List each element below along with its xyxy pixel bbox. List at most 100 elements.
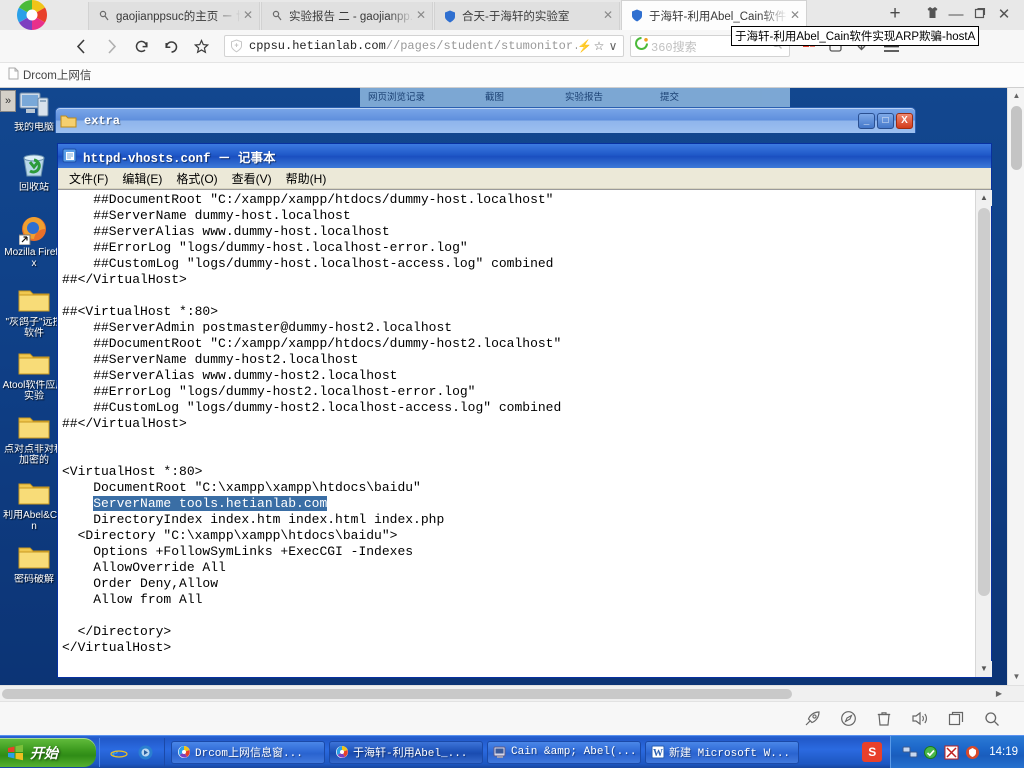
- address-bar-url: cppsu.hetianlab.com//pages/student/stumo…: [249, 39, 577, 53]
- ie-icon[interactable]: e: [109, 742, 129, 762]
- browser-tab-4-close-icon[interactable]: ✕: [788, 8, 802, 23]
- extra-folder-window[interactable]: extra _ □ X: [55, 107, 916, 137]
- folder-icon: [60, 113, 78, 129]
- page-scroll-right-icon[interactable]: ▶: [991, 686, 1007, 702]
- window-close-button[interactable]: ✕: [992, 4, 1016, 26]
- antivirus-icon[interactable]: [943, 744, 960, 761]
- notepad-selected-line: ServerName tools.hetianlab.com: [93, 496, 328, 511]
- notepad-titlebar[interactable]: httpd-vhosts.conf － 记事本: [58, 144, 991, 168]
- back-icon[interactable]: [66, 31, 96, 61]
- window-icon[interactable]: [938, 704, 974, 734]
- extra-maximize-button[interactable]: □: [877, 112, 894, 129]
- taskbar-item-label: 新建 Microsoft W...: [669, 748, 791, 760]
- lab-bar-label: 网页浏览记录: [368, 92, 426, 103]
- shield-icon[interactable]: [922, 744, 939, 761]
- page-scroll-up-icon[interactable]: ▲: [1008, 88, 1024, 104]
- address-bar[interactable]: cppsu.hetianlab.com//pages/student/stumo…: [224, 35, 624, 57]
- taskbar-item-label: 于海轩-利用Abel_...: [353, 748, 468, 760]
- trash-icon[interactable]: [866, 704, 902, 734]
- menu-file[interactable]: 文件(F): [62, 168, 115, 189]
- sogou-ime-badge[interactable]: S: [862, 742, 883, 762]
- page-hscroll-thumb[interactable]: [2, 689, 792, 699]
- search-icon[interactable]: [974, 704, 1010, 734]
- security-icon[interactable]: [964, 744, 981, 761]
- menu-edit[interactable]: 编辑(E): [115, 168, 169, 189]
- taskbar-item-drcom[interactable]: Drcom上网信息窗...: [171, 740, 325, 764]
- search-engine-icon: [635, 37, 651, 55]
- taskbar-item-label: Drcom上网信息窗...: [195, 748, 303, 760]
- browser-logo-icon: [4, 0, 60, 31]
- taskbar-clock[interactable]: 14:19: [989, 746, 1018, 758]
- url-path: //pages/student/stumonitor.js: [385, 39, 578, 53]
- notepad-text-area[interactable]: ##DocumentRoot "C:/xampp/xampp/htdocs/du…: [58, 190, 975, 677]
- browser-tab-2-label: 实验报告 二 - gaojianpp...: [289, 11, 414, 23]
- menu-format[interactable]: 格式(O): [169, 168, 224, 189]
- browser-tab-2-close-icon[interactable]: ✕: [414, 9, 428, 23]
- media-icon[interactable]: [135, 742, 155, 762]
- notepad-title: httpd-vhosts.conf － 记事本: [83, 151, 276, 166]
- page-scroll-down-icon[interactable]: ▼: [1008, 669, 1024, 685]
- bookmark-item-drcom[interactable]: Drcom上网信: [8, 67, 91, 83]
- window-minimize-button[interactable]: —: [944, 4, 968, 26]
- site-shield-icon: [230, 39, 245, 53]
- page-horizontal-scrollbar[interactable]: ▶: [0, 685, 1024, 701]
- taskbar-task-list: Drcom上网信息窗... 于海轩-利用Abel_... Cain &amp; …: [171, 740, 862, 764]
- forward-icon[interactable]: [96, 31, 126, 61]
- notepad-body: ##DocumentRoot "C:/xampp/xampp/htdocs/du…: [58, 189, 992, 677]
- svg-text:e: e: [112, 746, 118, 761]
- expand-chevron-button[interactable]: »: [0, 90, 16, 112]
- start-button-label: 开始: [30, 744, 58, 761]
- reload-icon[interactable]: [126, 31, 156, 61]
- quick-launch-bar: e: [99, 737, 165, 767]
- shield-icon: [443, 9, 457, 23]
- start-button[interactable]: 开始: [0, 738, 96, 767]
- remote-desktop-viewport[interactable]: 网页浏览记录 截图 实验报告 提交 » 我的电脑 回收站 Mozilla Fir…: [0, 88, 1024, 685]
- taskbar-item-label: Cain &amp; Abel(...: [511, 746, 636, 758]
- scrollbar-thumb[interactable]: [978, 208, 990, 596]
- address-chevron-down-icon[interactable]: ∨: [606, 39, 620, 53]
- extra-close-button[interactable]: X: [896, 112, 913, 129]
- browser-tab-3-close-icon[interactable]: ✕: [601, 9, 615, 23]
- page-vscroll-thumb[interactable]: [1011, 106, 1022, 170]
- windows-taskbar: 开始 e Drcom上网信息窗... 于海轩-利用Abel_... Cain &…: [0, 735, 1024, 768]
- new-tab-button[interactable]: +: [884, 4, 906, 26]
- browser-bottom-toolbar: [0, 701, 1024, 735]
- skin-shirt-icon[interactable]: [920, 4, 944, 26]
- taskbar-item-yuhaixuan[interactable]: 于海轩-利用Abel_...: [329, 740, 483, 764]
- browser-tab-4-label: 于海轩-利用Abel_Cain软件: [649, 10, 787, 23]
- notepad-text-before: ##DocumentRoot "C:/xampp/xampp/htdocs/du…: [62, 192, 562, 495]
- cain-icon: [492, 745, 507, 760]
- browser-tab-3[interactable]: 合天-于海轩的实验室 ✕: [434, 2, 620, 30]
- extra-window-title: extra: [84, 113, 121, 128]
- browser-tab-1-close-icon[interactable]: ✕: [241, 9, 255, 23]
- notepad-icon: [62, 148, 78, 164]
- taskbar-item-word[interactable]: W 新建 Microsoft W...: [645, 740, 799, 764]
- notepad-window[interactable]: httpd-vhosts.conf － 记事本 文件(F) 编辑(E) 格式(O…: [57, 143, 992, 678]
- address-star-icon[interactable]: ☆: [592, 39, 606, 53]
- lightning-icon[interactable]: ⚡: [577, 39, 592, 53]
- network-icon[interactable]: [901, 744, 918, 761]
- lab-bar-label: 截图: [485, 92, 505, 103]
- compass-icon[interactable]: [830, 704, 866, 734]
- page-vertical-scrollbar[interactable]: ▲ ▼: [1007, 88, 1024, 685]
- rocket-icon[interactable]: [794, 704, 830, 734]
- url-host: cppsu.hetianlab.com: [249, 39, 386, 53]
- home-icon[interactable]: [156, 31, 186, 61]
- menu-help[interactable]: 帮助(H): [279, 168, 334, 189]
- bookmark-star-icon[interactable]: [186, 31, 216, 61]
- browser-tab-1-label: gaojianppsuc的主页 － 博...: [116, 11, 241, 23]
- volume-icon[interactable]: [902, 704, 938, 734]
- browser-tab-2[interactable]: 实验报告 二 - gaojianpp... ✕: [261, 2, 433, 30]
- notepad-text-after: DirectoryIndex index.htm index.html inde…: [62, 512, 445, 655]
- taskbar-item-cain[interactable]: Cain &amp; Abel(...: [487, 740, 641, 764]
- menu-view[interactable]: 查看(V): [225, 168, 279, 189]
- window-maximize-button[interactable]: [968, 4, 992, 26]
- browser-tab-1[interactable]: gaojianppsuc的主页 － 博... ✕: [88, 2, 260, 30]
- shield-icon: [630, 9, 644, 23]
- scroll-down-arrow-icon[interactable]: ▼: [976, 661, 992, 677]
- scroll-up-arrow-icon[interactable]: ▲: [976, 190, 992, 206]
- extra-window-titlebar[interactable]: extra _ □ X: [55, 107, 916, 133]
- extra-minimize-button[interactable]: _: [858, 112, 875, 129]
- notepad-vertical-scrollbar[interactable]: ▲ ▼: [975, 190, 992, 677]
- lab-bar-label: 实验报告: [565, 92, 604, 103]
